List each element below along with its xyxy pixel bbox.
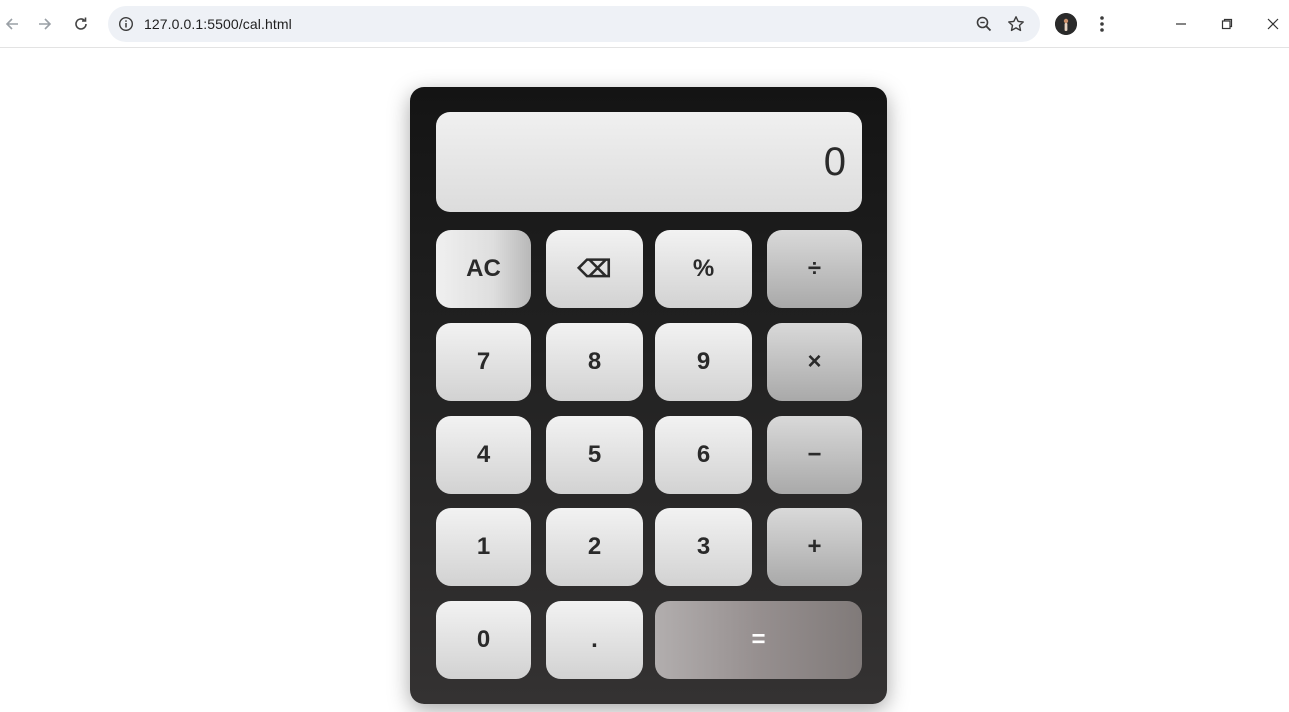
- percent-button[interactable]: %: [655, 230, 752, 308]
- digit-3-button[interactable]: 3: [655, 508, 752, 586]
- digit-6-button[interactable]: 6: [655, 416, 752, 494]
- digit-8-button[interactable]: 8: [546, 323, 643, 401]
- back-button[interactable]: [0, 12, 24, 36]
- close-button[interactable]: [1261, 12, 1285, 36]
- minimize-icon: [1176, 23, 1186, 25]
- display-value: 0: [823, 139, 846, 184]
- forward-button[interactable]: [33, 12, 57, 36]
- restore-icon: [1221, 18, 1233, 30]
- calculator: 0 AC ⌫ % ÷ 7 8 9 × 4 5 6 − 1 2 3 + 0 . =: [410, 87, 887, 704]
- avatar[interactable]: [1055, 13, 1077, 35]
- plus-button[interactable]: +: [767, 508, 862, 586]
- arrow-left-icon: [5, 18, 18, 30]
- digit-7-button[interactable]: 7: [436, 323, 531, 401]
- multiply-button[interactable]: ×: [767, 323, 862, 401]
- kebab-menu-icon[interactable]: [1092, 12, 1112, 36]
- reload-button[interactable]: [69, 12, 93, 36]
- arrow-right-icon: [39, 18, 52, 30]
- digit-4-button[interactable]: 4: [436, 416, 531, 494]
- browser-toolbar: 127.0.0.1:5500/cal.html: [0, 0, 1289, 48]
- divide-button[interactable]: ÷: [767, 230, 862, 308]
- restore-button[interactable]: [1215, 12, 1239, 36]
- reload-icon: [75, 17, 87, 30]
- calculator-display: 0: [436, 112, 862, 212]
- digit-2-button[interactable]: 2: [546, 508, 643, 586]
- digit-0-button[interactable]: 0: [436, 601, 531, 679]
- minus-button[interactable]: −: [767, 416, 862, 494]
- zoom-icon[interactable]: [974, 14, 994, 34]
- digit-1-button[interactable]: 1: [436, 508, 531, 586]
- decimal-button[interactable]: .: [546, 601, 643, 679]
- address-bar[interactable]: 127.0.0.1:5500/cal.html: [108, 6, 1040, 42]
- equals-button[interactable]: =: [655, 601, 862, 679]
- clear-button[interactable]: AC: [436, 230, 531, 308]
- close-icon: [1267, 18, 1279, 30]
- backspace-button[interactable]: ⌫: [546, 230, 643, 308]
- minimize-button[interactable]: [1169, 12, 1193, 36]
- url-text[interactable]: 127.0.0.1:5500/cal.html: [144, 16, 292, 32]
- info-icon[interactable]: [116, 14, 136, 34]
- digit-9-button[interactable]: 9: [655, 323, 752, 401]
- star-icon[interactable]: [1006, 14, 1026, 34]
- digit-5-button[interactable]: 5: [546, 416, 643, 494]
